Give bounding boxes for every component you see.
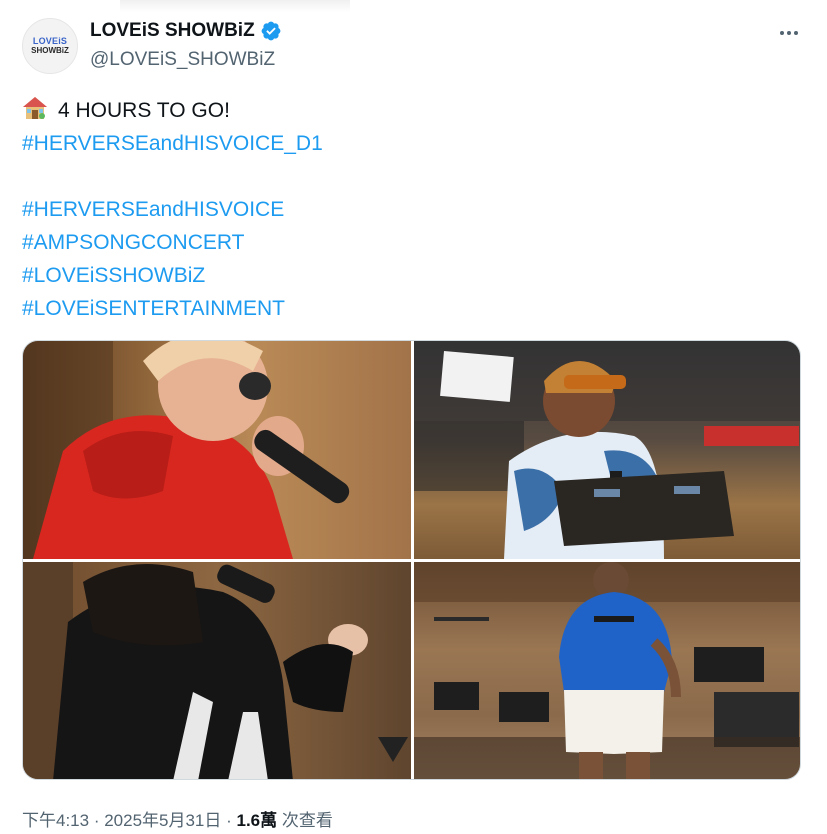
top-edge-shadow (120, 0, 350, 12)
more-horizontal-icon[interactable] (776, 22, 802, 44)
media-grid (22, 340, 801, 780)
author-handle[interactable]: @LOVEiS_SHOWBiZ (90, 49, 275, 71)
views-label: 次查看 (277, 811, 333, 830)
avatar-logo-line2: SHOWBiZ (31, 46, 69, 55)
hashtag-link[interactable]: #AMPSONGCONCERT (22, 231, 244, 254)
singer-black-hoodie-photo[interactable] (23, 562, 411, 779)
verified-badge-icon (261, 21, 281, 41)
hashtag-link[interactable]: #LOVEiSSHOWBiZ (22, 264, 205, 287)
tweet-text: 4 HOURS TO GO! #HERVERSEandHISVOICE_D1 #… (22, 94, 782, 325)
singer-red-hoodie-photo[interactable] (23, 341, 411, 559)
house-emoji-icon (23, 97, 47, 119)
meta-separator: · (89, 811, 105, 830)
hashtag-link[interactable]: #HERVERSEandHISVOICE (22, 198, 284, 221)
meta-separator: · (221, 811, 237, 830)
singer-orange-beanie-photo[interactable] (414, 341, 800, 559)
tweet-headline: 4 HOURS TO GO! (58, 99, 230, 122)
tweet-date[interactable]: 2025年5月31日 (104, 811, 221, 830)
views-count: 1.6萬 (236, 811, 278, 830)
author-display-name[interactable]: LOVEiS SHOWBiZ (90, 20, 255, 42)
author-name-row: LOVEiS SHOWBiZ (90, 20, 282, 42)
avatar-logo-line1: LOVEiS (32, 36, 68, 46)
tweet-metadata: 下午4:13 · 2025年5月31日 · 1.6萬 次查看 (22, 806, 333, 831)
tweet-line-1: 4 HOURS TO GO! (22, 94, 782, 127)
avatar[interactable]: LOVEiS SHOWBiZ (22, 18, 78, 74)
hashtag-link[interactable]: #LOVEiSENTERTAINMENT (22, 297, 285, 320)
singer-blue-shirt-photo[interactable] (414, 562, 800, 779)
tweet-time[interactable]: 下午4:13 (22, 811, 89, 830)
hashtag-link[interactable]: #HERVERSEandHISVOICE_D1 (22, 132, 323, 155)
